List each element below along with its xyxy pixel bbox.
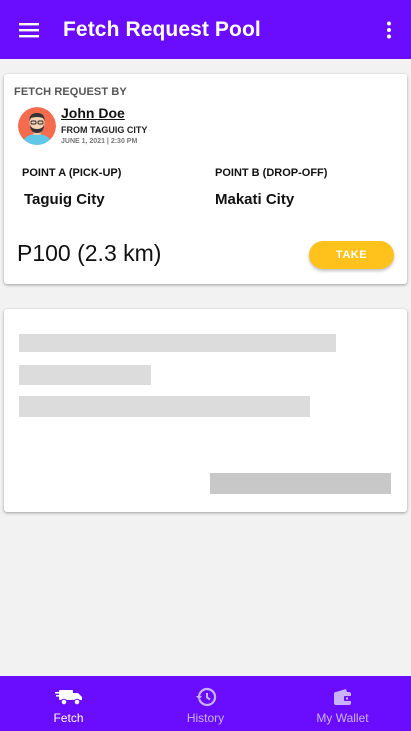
skeleton-button <box>210 473 391 494</box>
wallet-icon <box>333 689 352 705</box>
pickup-label: POINT A (PICK-UP) <box>22 167 122 179</box>
dropoff-label: POINT B (DROP-OFF) <box>215 167 328 179</box>
skeleton-line <box>19 365 151 385</box>
more-options-button[interactable] <box>367 0 411 59</box>
nav-item-wallet[interactable]: My Wallet <box>274 676 411 731</box>
requester-location: FROM TAGUIG CITY <box>61 125 148 135</box>
dropoff-location: Makati City <box>215 191 295 208</box>
nav-item-history[interactable]: History <box>137 676 274 731</box>
loading-placeholder-card <box>4 309 407 512</box>
truck-icon <box>54 690 82 706</box>
menu-button[interactable] <box>0 0 58 59</box>
pickup-location: Taguig City <box>24 191 105 208</box>
take-button[interactable]: TAKE <box>309 241 394 269</box>
more-vertical-icon <box>387 21 391 38</box>
history-icon <box>195 687 216 707</box>
fare-and-distance: P100 (2.3 km) <box>17 240 162 266</box>
hamburger-menu-icon <box>19 22 39 37</box>
bottom-navigation: Fetch History My Wallet <box>0 676 411 731</box>
nav-item-fetch[interactable]: Fetch <box>0 676 137 731</box>
skeleton-line <box>19 396 310 417</box>
nav-label-fetch: Fetch <box>53 711 84 725</box>
fetch-request-card: FETCH REQUEST BY John Doe FROM TAGUIG CI… <box>4 74 407 284</box>
requester-name[interactable]: John Doe <box>61 105 125 121</box>
user-avatar-icon <box>18 107 56 145</box>
nav-label-history: History <box>186 711 225 725</box>
nav-label-wallet: My Wallet <box>316 711 369 725</box>
section-label: FETCH REQUEST BY <box>14 86 127 98</box>
skeleton-line <box>19 334 336 352</box>
page-title: Fetch Request Pool <box>63 17 261 41</box>
avatar <box>18 107 56 145</box>
request-timestamp: JUNE 1, 2021 | 2:30 PM <box>61 138 138 145</box>
app-bar: Fetch Request Pool <box>0 0 411 59</box>
